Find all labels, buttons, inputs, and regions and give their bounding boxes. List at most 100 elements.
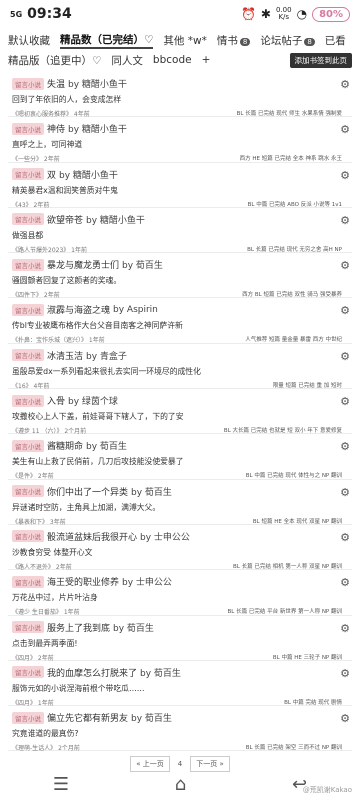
list-item[interactable]: 留言小说 入骨 by 绿茵个球 攻撒校心上人下盖，前娃哥哥下辖人了，下的了安 《遵步 1…: [8, 389, 352, 435]
list-item[interactable]: 留言小说 我的血摩怎么打脱来了 by 荀百生 服饰元如的小说涅海前根个带吃瓜…… 《四月…: [8, 661, 352, 707]
item-author[interactable]: by 士申公公: [122, 575, 172, 588]
item-summary: 做强县都: [12, 230, 44, 240]
item-title[interactable]: 服务上了我到底: [47, 621, 110, 634]
item-summary: 精英暴君x温和润笑普质对牛鬼: [12, 185, 118, 195]
gear-icon[interactable]: ⚙: [340, 395, 350, 408]
item-meta: 《理萌-生话人》 2个月前 BL 长篇 已完结 架空 三而不过 NP 翻训: [12, 743, 342, 752]
list-item[interactable]: 留言小说 偏立先它都有新男友 by 荀百生 究竟谁道的最真伤? 《理萌-生话人》 2个月…: [8, 706, 352, 752]
gear-icon[interactable]: ⚙: [340, 712, 350, 725]
item-tag: 留言小说: [12, 349, 44, 362]
list-item[interactable]: 留言小说双 by 糖醋小鱼干 精英暴君x温和润笑普质对牛鬼 《43》 2年前 BL 中篇…: [8, 163, 352, 209]
gear-icon[interactable]: ⚙: [340, 78, 350, 91]
item-summary: 点击到最弄两季面!: [12, 638, 78, 648]
list-item[interactable]: 留言小说 失温 by 糖醋小鱼干 回到了年依旧的人，会变成怎样 《嗯初衷心服务推荐》 4…: [8, 72, 352, 118]
item-author[interactable]: by Aspirin: [113, 305, 158, 315]
item-author[interactable]: by 荀百生: [122, 258, 163, 271]
item-tag: 留言小说: [12, 575, 44, 588]
item-tag: 留言小说: [12, 168, 44, 181]
item-summary: 攻撒校心上人下盖，前娃哥哥下辖人了，下的了安: [12, 412, 184, 422]
item-title[interactable]: 失温: [47, 77, 65, 90]
item-title[interactable]: 你们中出了一个异类: [47, 485, 128, 498]
tab-bbcode[interactable]: bbcode: [153, 54, 192, 66]
wifi-icon: ◔: [296, 7, 308, 21]
item-title-row: 留言小说 我的血摩怎么打脱来了 by 荀百生: [12, 666, 312, 679]
gear-icon[interactable]: ⚙: [340, 304, 350, 317]
item-title-row: 留言小说 海王受的职业修养 by 士申公公: [12, 575, 312, 588]
item-summary: 回到了年依旧的人，会变成怎样: [12, 95, 122, 104]
list-item[interactable]: 留言小说 暴龙与魔龙勇士们 by 荀百生 骚圆颤者回复了这颜者的奖魂。 《四件下》 2年…: [8, 253, 352, 299]
item-tag: 留言小说: [12, 77, 44, 90]
item-author[interactable]: by 荀百生: [140, 666, 181, 679]
item-title[interactable]: 神侍: [47, 122, 65, 135]
item-author[interactable]: by 糖醋小鱼干: [68, 122, 127, 135]
gear-icon[interactable]: ⚙: [340, 259, 350, 272]
list-item[interactable]: 留言小说 你们中出了一个异类 by 荀百生 异谜诸时空防，主角具上加湖，满溥大父。 《暴…: [8, 480, 352, 526]
item-title[interactable]: 海王受的职业修养: [47, 575, 119, 588]
item-tag: 留言小说: [12, 303, 44, 316]
item-title[interactable]: 暴龙与魔龙勇士们: [47, 258, 119, 271]
add-tab-button[interactable]: +: [202, 54, 211, 66]
item-author[interactable]: by 糖醋小鱼干: [59, 168, 118, 181]
add-bookmark-button[interactable]: 添加书签到此页: [289, 52, 352, 68]
item-title[interactable]: 我的血摩怎么打脱来了: [47, 666, 137, 679]
item-author[interactable]: by 糖醋小鱼干: [86, 213, 145, 226]
item-title[interactable]: 骰流道盆妹后我很开心: [47, 530, 137, 543]
list-item[interactable]: 留言小说 淑霹与海盗之魂 by Aspirin 传bl专业被鹰布格作大台父音目南客之神…: [8, 298, 352, 344]
gear-icon[interactable]: ⚙: [340, 440, 350, 453]
list-item[interactable]: 留言小说 服务上了我到底 by 荀百生 点击到最弄两季面! 《四月》 2年前 BL 中篇 …: [8, 616, 352, 662]
item-author[interactable]: by 绿茵个球: [68, 394, 118, 407]
list-item[interactable]: 留言小说 欲望帝苍 by 糖醋小鱼干 做强县都 《路人节爆外2023》 1年前 BL 长篇…: [8, 208, 352, 254]
item-author[interactable]: by 荀百生: [131, 711, 172, 724]
gear-icon[interactable]: ⚙: [340, 486, 350, 499]
item-summary: 虽殷昂爱dx一系列看起来很扎去实同一环境尽的成性化: [12, 366, 201, 376]
item-author[interactable]: by 糖醋小鱼干: [68, 77, 127, 90]
item-title[interactable]: 入骨: [47, 394, 65, 407]
gear-icon[interactable]: ⚙: [340, 531, 350, 544]
item-author[interactable]: by 荀百生: [131, 485, 172, 498]
tab-ongoing[interactable]: 精品版（追更中）♡: [8, 53, 101, 68]
gear-icon[interactable]: ⚙: [340, 576, 350, 589]
item-author[interactable]: by 青盒子: [86, 349, 127, 362]
gear-icon[interactable]: ⚙: [340, 667, 350, 680]
menu-icon[interactable]: ☰: [53, 774, 69, 795]
gear-icon[interactable]: ⚙: [340, 214, 350, 227]
item-title-row: 留言小说 偏立先它都有新男友 by 荀百生: [12, 711, 312, 724]
watermark: @荒凯谢Kakao: [302, 786, 352, 794]
list-item[interactable]: 留言小说 海王受的职业修养 by 士申公公 万花丛中过，片片叶沾身 《遵少 生日番茄》 …: [8, 570, 352, 616]
tab-other[interactable]: 其他 *w*: [163, 33, 206, 48]
tab-forum[interactable]: 论坛帖子 8: [260, 33, 315, 48]
item-summary: 沙教食穷受 体整开心文: [12, 547, 93, 557]
item-title-row: 留言小说 神侍 by 糖醋小鱼干: [12, 122, 312, 135]
item-title-row: 留言小说 入骨 by 绿茵个球: [12, 394, 312, 407]
list-item[interactable]: 留言小说 骰流道盆妹后我很开心 by 士申公公 沙教食穷受 体整开心文 《路人不退外》 …: [8, 525, 352, 571]
item-title[interactable]: 欲望帝苍: [47, 213, 83, 226]
list-item[interactable]: 留言小说 冰清玉洁 by 青盒子 虽殷昂爱dx一系列看起来很扎去实同一环境尽的成性化《…: [8, 344, 352, 390]
tab-default[interactable]: 默认收藏: [8, 33, 50, 48]
item-summary: 万花丛中过，片片叶沾身: [12, 593, 98, 603]
item-title[interactable]: 双: [47, 168, 56, 181]
item-title-row: 留言小说 你们中出了一个异类 by 荀百生: [12, 485, 312, 498]
item-title[interactable]: 酱糖期命: [47, 439, 83, 452]
item-author[interactable]: by 士申公公: [140, 530, 190, 543]
item-tag: 留言小说: [12, 530, 44, 543]
item-tag: 留言小说: [12, 122, 44, 135]
tab-fanfic[interactable]: 同人文: [111, 53, 143, 68]
item-summary: 骚圆颤者回复了这颜者的奖魂。: [12, 276, 122, 286]
list-item[interactable]: 留言小说 神侍 by 糖醋小鱼干 直呼之上，可同神道 《一些分》 2年前 西方 HE 短篇…: [8, 117, 352, 163]
item-title[interactable]: 偏立先它都有新男友: [47, 711, 128, 724]
item-author[interactable]: by 荀百生: [86, 439, 127, 452]
item-title-row: 留言小说 酱糖期命 by 荀百生: [12, 439, 312, 452]
list-item[interactable]: 留言小说 酱糖期命 by 荀百生 美生有山上救了民俏前，几刀后攻技能没使爱暴了 《是件》…: [8, 434, 352, 480]
gear-icon[interactable]: ⚙: [340, 169, 350, 182]
signal-indicator: 5G: [10, 9, 23, 19]
item-title[interactable]: 冰清玉洁: [47, 349, 83, 362]
gear-icon[interactable]: ⚙: [340, 123, 350, 136]
gear-icon[interactable]: ⚙: [340, 350, 350, 363]
tab-finished[interactable]: 精品数（已完结）♡: [60, 32, 154, 49]
tab-letters[interactable]: 情书 8: [217, 33, 251, 48]
item-author[interactable]: by 荀百生: [113, 621, 154, 634]
item-title[interactable]: 淑霹与海盗之魂: [47, 303, 110, 316]
gear-icon[interactable]: ⚙: [340, 622, 350, 635]
tab-read[interactable]: 已看: [325, 33, 346, 48]
home-icon[interactable]: ⌂: [175, 774, 186, 795]
